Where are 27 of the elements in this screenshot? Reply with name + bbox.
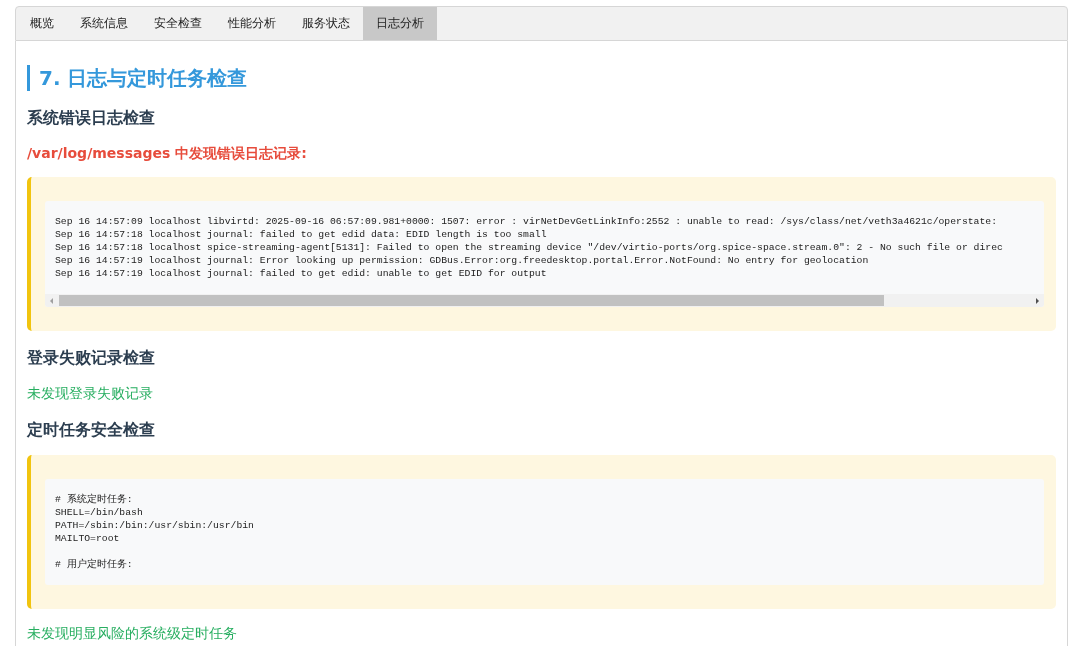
code-line: # 用户定时任务: (55, 558, 134, 571)
success-message: 未发现登录失败记录 (27, 384, 154, 403)
subsection-heading: 定时任务安全检查 (27, 419, 156, 441)
scrollbar-thumb[interactable] (59, 295, 885, 306)
code-line: Sep 16 14:57:19 localhost journal: failed to get edid: unable to get EDID for output (55, 267, 548, 280)
tab[interactable]: 服务状态 (289, 7, 363, 40)
success-message: 未发现明显风险的系统级定时任务 (27, 624, 238, 643)
scroll-left-icon[interactable] (48, 296, 56, 305)
tab[interactable]: 系统信息 (67, 7, 141, 40)
code-line: Sep 16 14:57:09 localhost libvirtd: 2025-09-16 06:57:09.981+0000: 1507: error : virNetDevGetLinkInfo:2552 : unable to read: /sys/class/net/veth3a4621c/operstate: (55, 215, 998, 228)
section-title: 7. 日志与定时任务检查 (27, 65, 1056, 91)
code-line: SHELL=/bin/bash (55, 506, 144, 519)
error-message: /var/log/messages 中发现错误日志记录: (27, 144, 308, 163)
tab[interactable]: 安全检查 (141, 7, 215, 40)
tab[interactable]: 日志分析 (363, 7, 437, 40)
code-line: MAILTO=root (55, 532, 121, 545)
scroll-right-icon[interactable] (1033, 296, 1041, 305)
tab[interactable]: 性能分析 (215, 7, 289, 40)
subsection-heading: 系统错误日志检查 (27, 107, 156, 129)
code-line: Sep 16 14:57:19 localhost journal: Error looking up permission: GDBus.Error:org.freedesktop.portal.Error.NotFound: No entry for geolocation (55, 254, 870, 267)
tab[interactable]: 概览 (16, 7, 67, 40)
code-line: # 系统定时任务: (55, 493, 134, 506)
subsection-heading: 登录失败记录检查 (27, 347, 156, 369)
horizontal-scrollbar[interactable] (45, 294, 1044, 307)
code-line: Sep 16 14:57:18 localhost spice-streaming-agent[5131]: Failed to open the streaming device "/dev/virtio-ports/org.spice-space.stream.0": 2 - No such file or direc (55, 241, 1004, 254)
code-line: PATH=/sbin:/bin:/usr/sbin:/usr/bin (55, 519, 255, 532)
code-line: Sep 16 14:57:18 localhost journal: failed to get edid data: EDID length is too small (55, 228, 548, 241)
